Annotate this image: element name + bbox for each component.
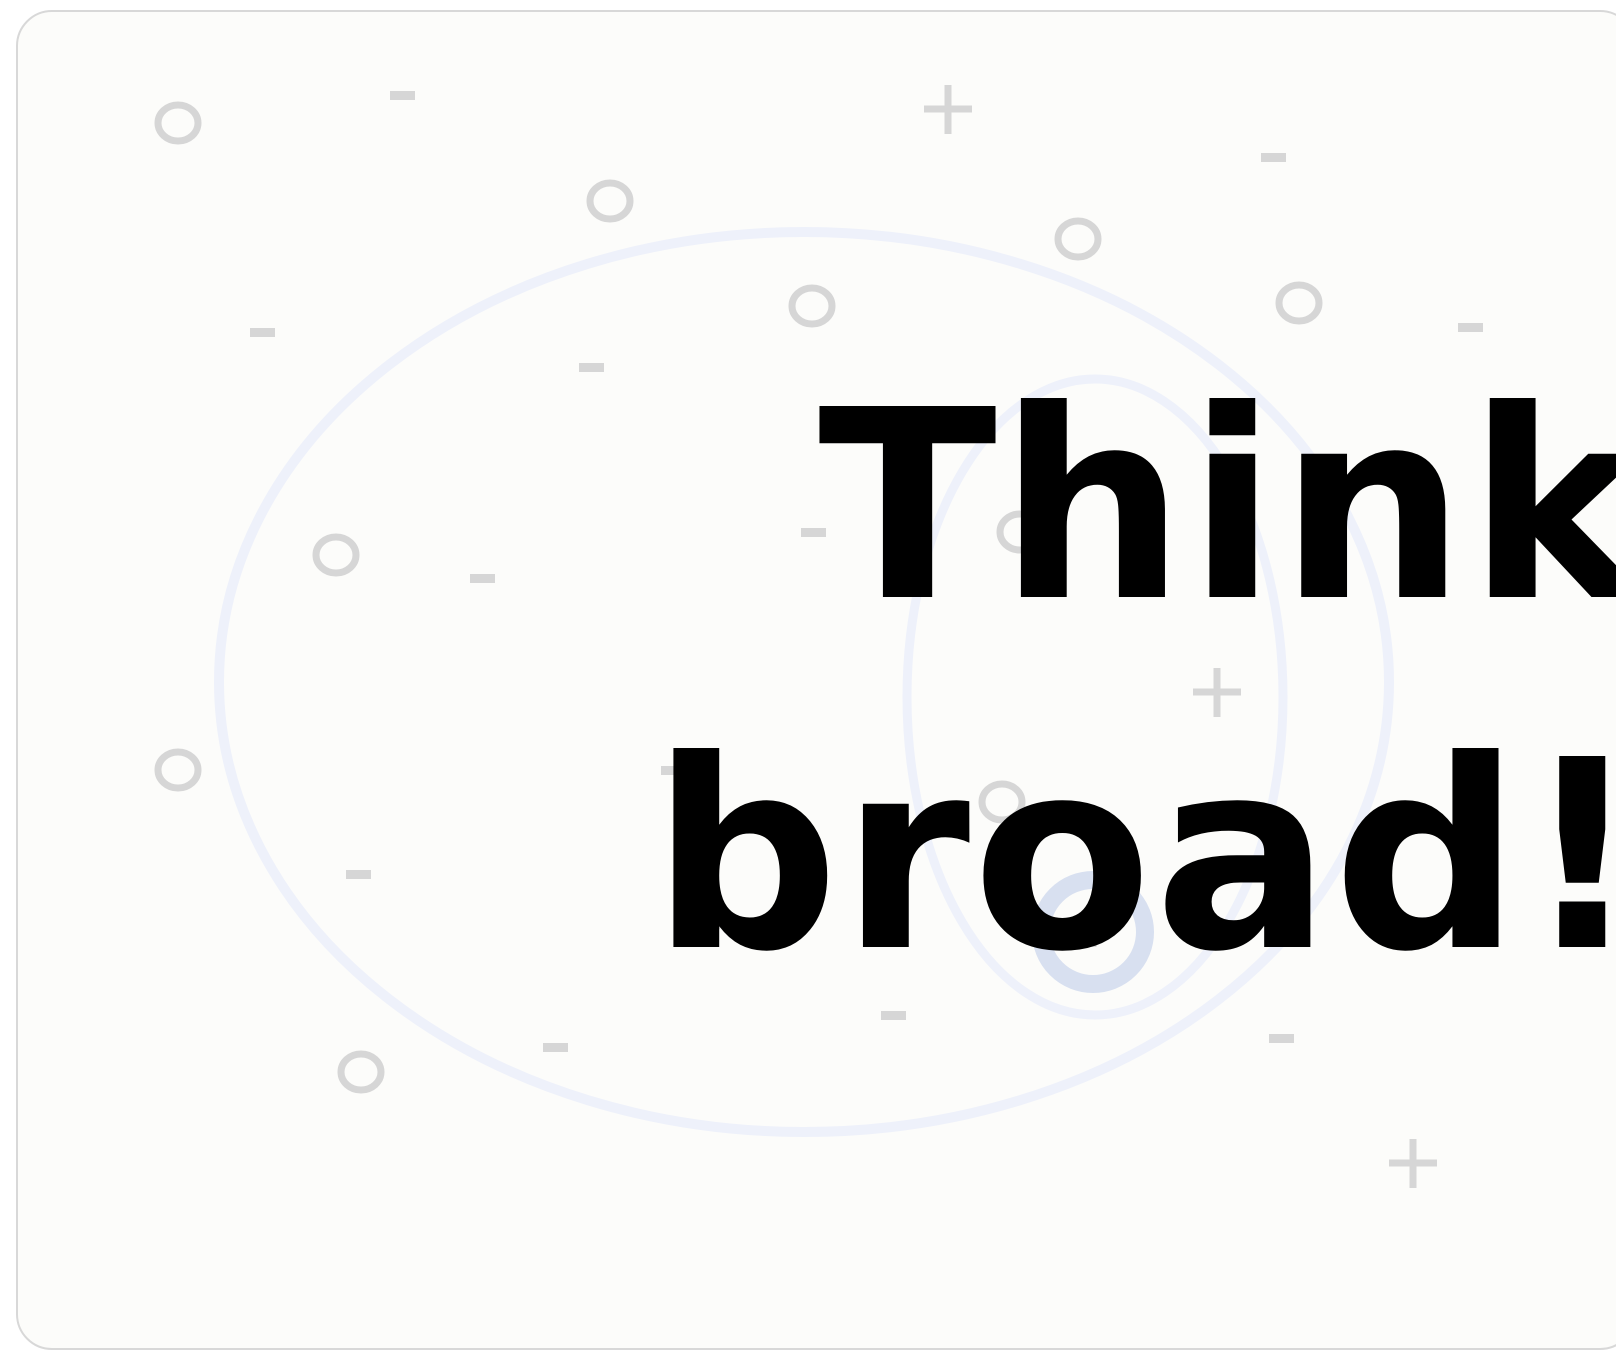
circle-icon xyxy=(154,748,202,792)
minus-icon xyxy=(579,363,604,372)
minus-icon xyxy=(346,870,371,879)
headline-line-2: broad! xyxy=(651,704,1616,1009)
circle-icon xyxy=(312,533,360,577)
circle-icon xyxy=(337,1050,385,1094)
minus-icon xyxy=(390,91,415,100)
minus-icon xyxy=(250,328,275,337)
minus-icon xyxy=(470,574,495,583)
plus-icon xyxy=(924,85,972,134)
plus-icon xyxy=(1389,1139,1437,1188)
minus-icon xyxy=(1458,323,1483,332)
minus-icon xyxy=(543,1043,568,1052)
headline-line-1: Think xyxy=(818,354,1616,659)
circle-icon xyxy=(788,284,836,328)
circle-icon xyxy=(1275,281,1323,325)
minus-icon xyxy=(1269,1034,1294,1043)
circle-icon xyxy=(1054,217,1102,261)
minus-icon xyxy=(1261,153,1286,162)
slide-card: Think broad! xyxy=(16,10,1616,1350)
minus-icon xyxy=(881,1011,906,1020)
circle-icon xyxy=(154,101,202,145)
circle-icon xyxy=(586,179,634,223)
background-decoration xyxy=(154,85,1483,1188)
